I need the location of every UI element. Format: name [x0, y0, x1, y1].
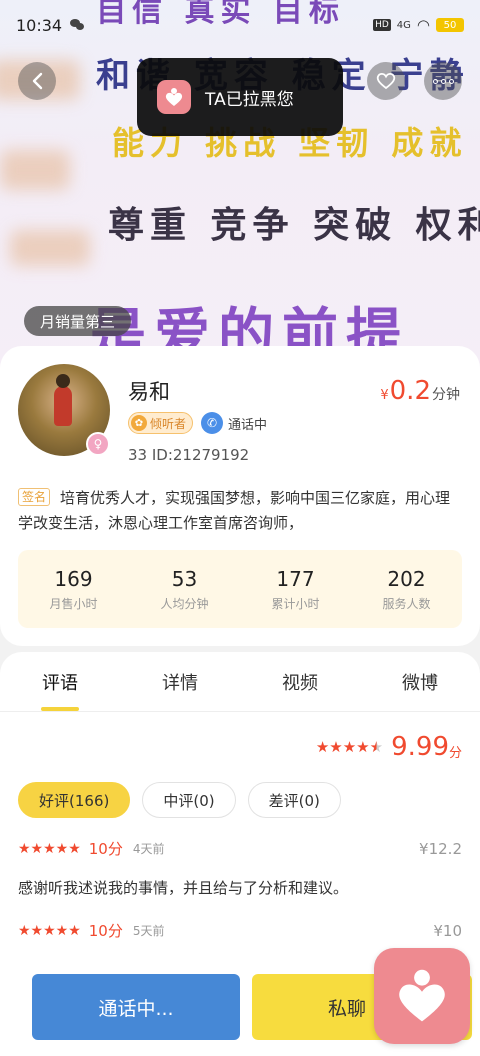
tab-bar: 评语 详情 视频 微博 — [0, 652, 480, 712]
more-icon — [432, 78, 454, 84]
sales-rank-badge: 月销量第三 — [24, 306, 132, 336]
floating-app-icon[interactable] — [374, 948, 470, 1044]
rating-unit: 分 — [448, 745, 462, 761]
stat-served-users: 202 服务人数 — [351, 550, 462, 628]
listener-tag: ✿ 倾听者 — [128, 412, 194, 434]
stat-label: 人均分钟 — [160, 596, 209, 611]
call-status-label: 通话中 — [228, 417, 268, 433]
stat-monthly-hours: 169 月售小时 — [18, 550, 129, 628]
price-symbol: ¥ — [380, 388, 389, 403]
wechat-icon — [70, 18, 86, 32]
review-filters: 好评(166) 中评(0) 差评(0) — [18, 782, 341, 818]
price: ¥ 0.2 分钟 — [380, 376, 460, 406]
stat-value: 53 — [171, 566, 198, 591]
review-score: 10分 — [88, 922, 123, 940]
review-text: 感谢听我述说我的事情，并且给与了分析和建议。 — [18, 879, 349, 897]
toast-text: TA已拉黑您 — [205, 89, 294, 110]
rating-stars-icon: ★★★★★ — [315, 738, 384, 756]
review-item: ★★★★★ 10分 4天前 ¥12.2 感谢听我述说我的事情，并且给与了分析和建… — [18, 838, 462, 898]
stats-panel: 169 月售小时 53 人均分钟 177 累计小时 202 服务人数 — [18, 550, 462, 628]
overall-rating: ★★★★★ 9.99 分 — [316, 732, 462, 762]
tab-videos[interactable]: 视频 — [240, 652, 360, 711]
heart-logo-icon — [157, 80, 191, 114]
filter-negative[interactable]: 差评(0) — [247, 782, 341, 818]
status-bar: 10:34 HD 4G ◠ 50 — [0, 0, 480, 50]
reviews-section: 评语 详情 视频 微博 ★★★★★ 9.99 分 好评(166) 中评(0) 差… — [0, 652, 480, 962]
favorite-button[interactable] — [367, 62, 405, 100]
profile-card: ♀ 易和 ¥ 0.2 分钟 ✿ 倾听者 ✆ 通话中 33 ID:21279192… — [0, 346, 480, 646]
stat-avg-minutes: 53 人均分钟 — [129, 550, 240, 628]
review-time: 5天前 — [132, 924, 165, 938]
tab-reviews[interactable]: 评语 — [0, 652, 120, 711]
back-icon — [32, 72, 43, 90]
stat-label: 月售小时 — [49, 596, 98, 611]
signature: 签名 培育优秀人才，实现强国梦想，影响中国三亿家庭，用心理学改变生活，沐恩心理工作… — [18, 486, 462, 536]
listener-name: 易和 — [128, 380, 170, 404]
stat-total-hours: 177 累计小时 — [240, 550, 351, 628]
toast-message: TA已拉黑您 — [137, 58, 343, 136]
hd-icon: HD — [373, 19, 391, 31]
price-unit: 分钟 — [432, 387, 460, 403]
tab-details[interactable]: 详情 — [120, 652, 240, 711]
rating-score: 9.99 — [391, 732, 449, 762]
back-button[interactable] — [18, 62, 56, 100]
status-time: 10:34 — [16, 15, 63, 35]
review-amount: ¥12.2 — [419, 839, 462, 858]
listener-badge-icon: ✿ — [131, 415, 147, 431]
heart-logo-icon — [399, 969, 445, 1022]
review-score: 10分 — [88, 840, 123, 858]
review-stars-icon: ★★★★★ — [18, 922, 81, 939]
tab-weibo[interactable]: 微博 — [360, 652, 480, 711]
signature-tag: 签名 — [18, 488, 51, 506]
filter-positive[interactable]: 好评(166) — [18, 782, 131, 818]
signature-text: 培育优秀人才，实现强国梦想，影响中国三亿家庭，用心理学改变生活，沐恩心理工作室首… — [18, 489, 451, 532]
banner-text-row: 尊重 竞争 突破 权利 — [108, 205, 480, 246]
signal-icon: 4G — [396, 19, 411, 31]
review-amount: ¥10 — [433, 921, 462, 940]
heart-outline-icon — [376, 72, 396, 90]
battery-icon: 50 — [436, 18, 464, 32]
active-tab-indicator — [41, 707, 79, 711]
price-value: 0.2 — [389, 376, 431, 406]
call-button[interactable]: 通话中... — [32, 974, 240, 1040]
filter-neutral[interactable]: 中评(0) — [142, 782, 236, 818]
gender-badge-icon: ♀ — [86, 432, 110, 456]
review-time: 4天前 — [132, 842, 165, 856]
stat-value: 169 — [54, 566, 93, 591]
wifi-icon: ◠ — [416, 16, 430, 34]
phone-icon: ✆ — [201, 412, 224, 434]
stat-label: 累计小时 — [271, 596, 320, 611]
stat-label: 服务人数 — [382, 596, 431, 611]
stat-value: 202 — [387, 566, 426, 591]
review-stars-icon: ★★★★★ — [18, 840, 81, 857]
more-button[interactable] — [424, 62, 462, 100]
stat-value: 177 — [276, 566, 315, 591]
user-id: 33 ID:21279192 — [128, 446, 250, 464]
review-item: ★★★★★ 10分 5天前 ¥10 — [18, 920, 462, 941]
listener-tag-label: 倾听者 — [150, 416, 187, 431]
call-status-tag: ✆ 通话中 — [201, 412, 267, 434]
